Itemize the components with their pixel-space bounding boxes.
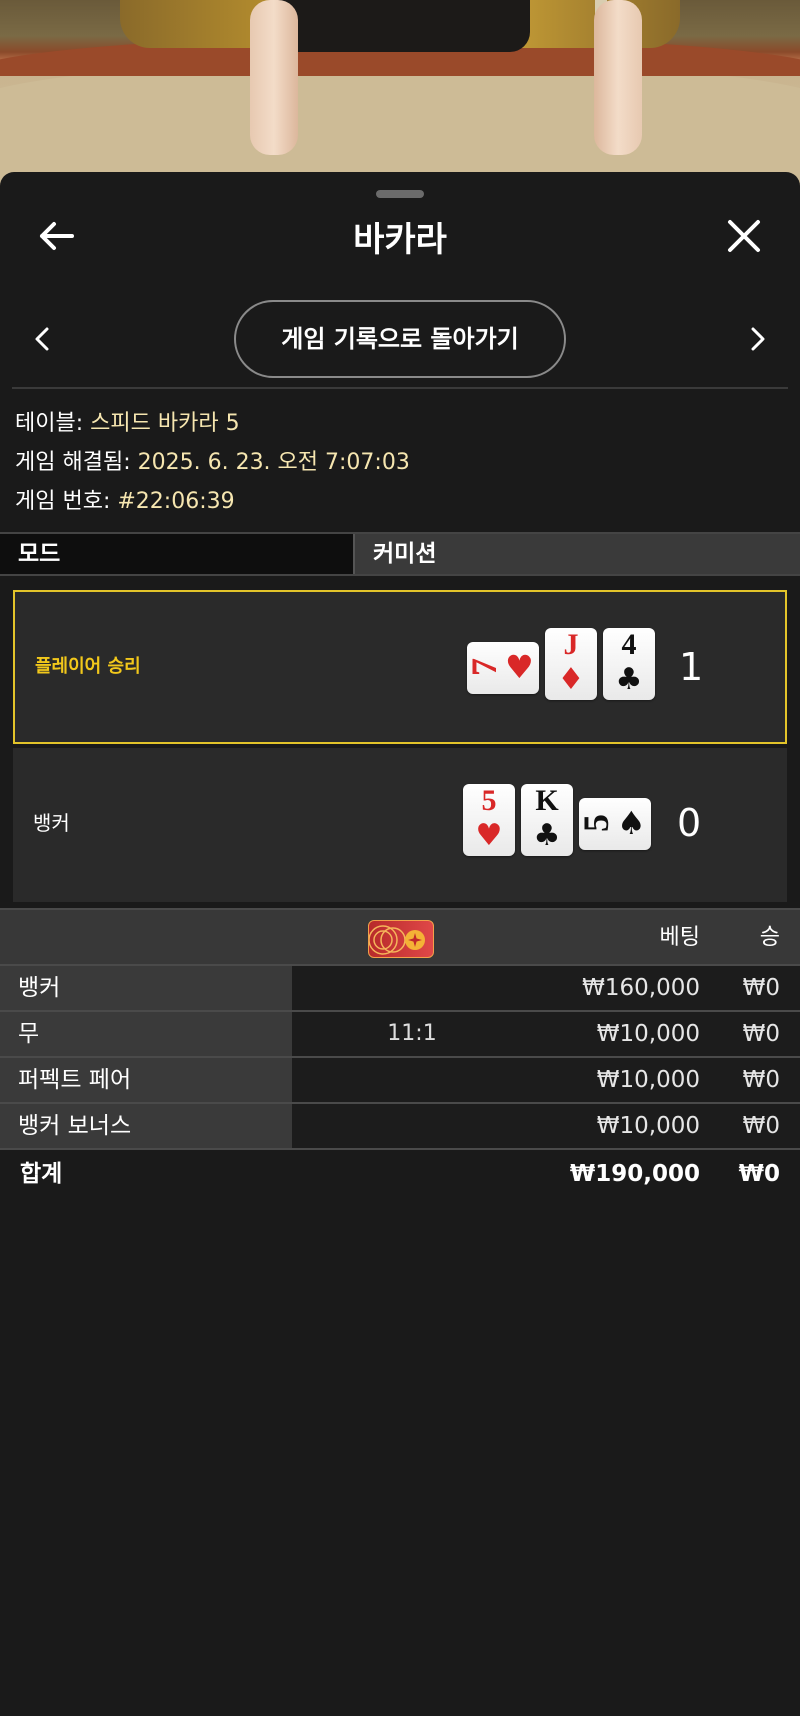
win-amount: ₩0: [742, 1021, 780, 1047]
win-amount: ₩0: [742, 1113, 780, 1139]
bet-odds: [292, 1058, 532, 1102]
mode-label: 모드: [0, 534, 353, 574]
total-win-amount: ₩0: [738, 1161, 780, 1187]
game-info: 테이블: 스피드 바카라 5 게임 해결됨: 2025. 6. 23. 오전 7…: [15, 404, 785, 521]
bet-row-tie: 무 11:1 ₩10,000 ₩0: [0, 1010, 800, 1056]
bet-name: 뱅커: [0, 966, 292, 1010]
game-navigation: 게임 기록으로 돌아가기: [0, 300, 800, 378]
bet-name: 뱅커 보너스: [0, 1104, 292, 1148]
card-rank: 4: [621, 628, 637, 661]
table-label: 테이블:: [15, 411, 91, 436]
chevron-right-icon[interactable]: [742, 322, 772, 356]
club-suit-icon: ♣: [533, 818, 561, 853]
playing-card-k-clubs: K ♣: [521, 784, 573, 856]
resolved-info-row: 게임 해결됨: 2025. 6. 23. 오전 7:07:03: [15, 443, 785, 482]
bet-name: 무: [0, 1012, 292, 1056]
playing-card-5-spades: 5 ♠: [576, 798, 651, 850]
player-score: 1: [679, 645, 704, 689]
playing-card-4-clubs: 4 ♣: [603, 628, 655, 700]
resolved-value: 2025. 6. 23. 오전 7:07:03: [137, 450, 410, 475]
card-rank: 5: [481, 784, 497, 817]
bet-row-banker-bonus: 뱅커 보너스 ₩10,000 ₩0: [0, 1102, 800, 1148]
back-to-history-button[interactable]: 게임 기록으로 돌아가기: [234, 300, 566, 378]
game-number-value: #22:06:39: [117, 489, 235, 514]
banker-score: 0: [677, 801, 702, 845]
bet-row-banker: 뱅커 ₩160,000 ₩0: [0, 964, 800, 1010]
mode-value: 커미션: [353, 534, 800, 574]
resolved-label: 게임 해결됨:: [15, 450, 138, 475]
bet-amount: ₩10,000: [596, 1021, 700, 1047]
bet-column-header: 베팅: [659, 925, 700, 950]
sheet-header: 바카라: [0, 206, 800, 266]
bets-table-header: 베팅 승: [0, 908, 800, 964]
total-bet-amount: ₩190,000: [569, 1161, 700, 1187]
bonus-chip-icon: [368, 920, 434, 958]
heart-suit-icon: ♥: [505, 648, 534, 686]
close-icon[interactable]: [724, 218, 764, 254]
bet-amount: ₩10,000: [596, 1113, 700, 1139]
sheet-drag-handle[interactable]: [376, 190, 424, 198]
bet-amount: ₩10,000: [596, 1067, 700, 1093]
win-amount: ₩0: [742, 1067, 780, 1093]
player-hand: 플레이어 승리 7 ♥ J ♦ 4 ♣ 1: [13, 590, 787, 744]
card-rank: 7: [464, 658, 504, 676]
win-column-header: 승: [759, 925, 780, 950]
card-rank: K: [535, 784, 559, 817]
banker-result-label: 뱅커: [33, 811, 70, 835]
club-suit-icon: ♣: [615, 662, 643, 697]
divider: [12, 387, 788, 389]
bet-odds: [292, 966, 532, 1010]
playing-card-7-hearts: 7 ♥: [464, 642, 539, 694]
bet-amount: ₩160,000: [582, 975, 700, 1001]
diamond-suit-icon: ♦: [557, 662, 585, 697]
playing-card-5-hearts: 5 ♥: [463, 784, 515, 856]
heart-suit-icon: ♥: [475, 818, 503, 853]
bet-row-perfect-pair: 퍼펙트 페어 ₩10,000 ₩0: [0, 1056, 800, 1102]
live-video-feed: [0, 0, 800, 200]
playing-card-j-diamonds: J ♦: [545, 628, 597, 700]
win-amount: ₩0: [742, 975, 780, 1001]
game-detail-sheet: 바카라 게임 기록으로 돌아가기 테이블: 스피드 바카라 5 게임 해결됨: …: [0, 172, 800, 1716]
page-title: 바카라: [353, 220, 447, 260]
table-value: 스피드 바카라 5: [90, 411, 240, 436]
bet-odds: 11:1: [387, 1021, 437, 1046]
chevron-left-icon[interactable]: [28, 322, 58, 356]
spade-suit-icon: ♠: [617, 804, 646, 842]
mode-bar: 모드 커미션: [0, 532, 800, 576]
bet-odds: [292, 1104, 532, 1148]
table-info-row: 테이블: 스피드 바카라 5: [15, 404, 785, 443]
bet-name: 퍼펙트 페어: [0, 1058, 292, 1102]
card-rank: J: [563, 628, 579, 661]
player-result-label: 플레이어 승리: [35, 656, 141, 677]
card-rank: 5: [576, 814, 616, 832]
bet-total-row: 합계 ₩190,000 ₩0: [0, 1148, 800, 1198]
game-number-label: 게임 번호:: [15, 489, 118, 514]
banker-hand: 뱅커 5 ♥ K ♣ 5 ♠ 0: [13, 748, 787, 902]
game-number-row: 게임 번호: #22:06:39: [15, 482, 785, 521]
total-label: 합계: [20, 1161, 63, 1187]
